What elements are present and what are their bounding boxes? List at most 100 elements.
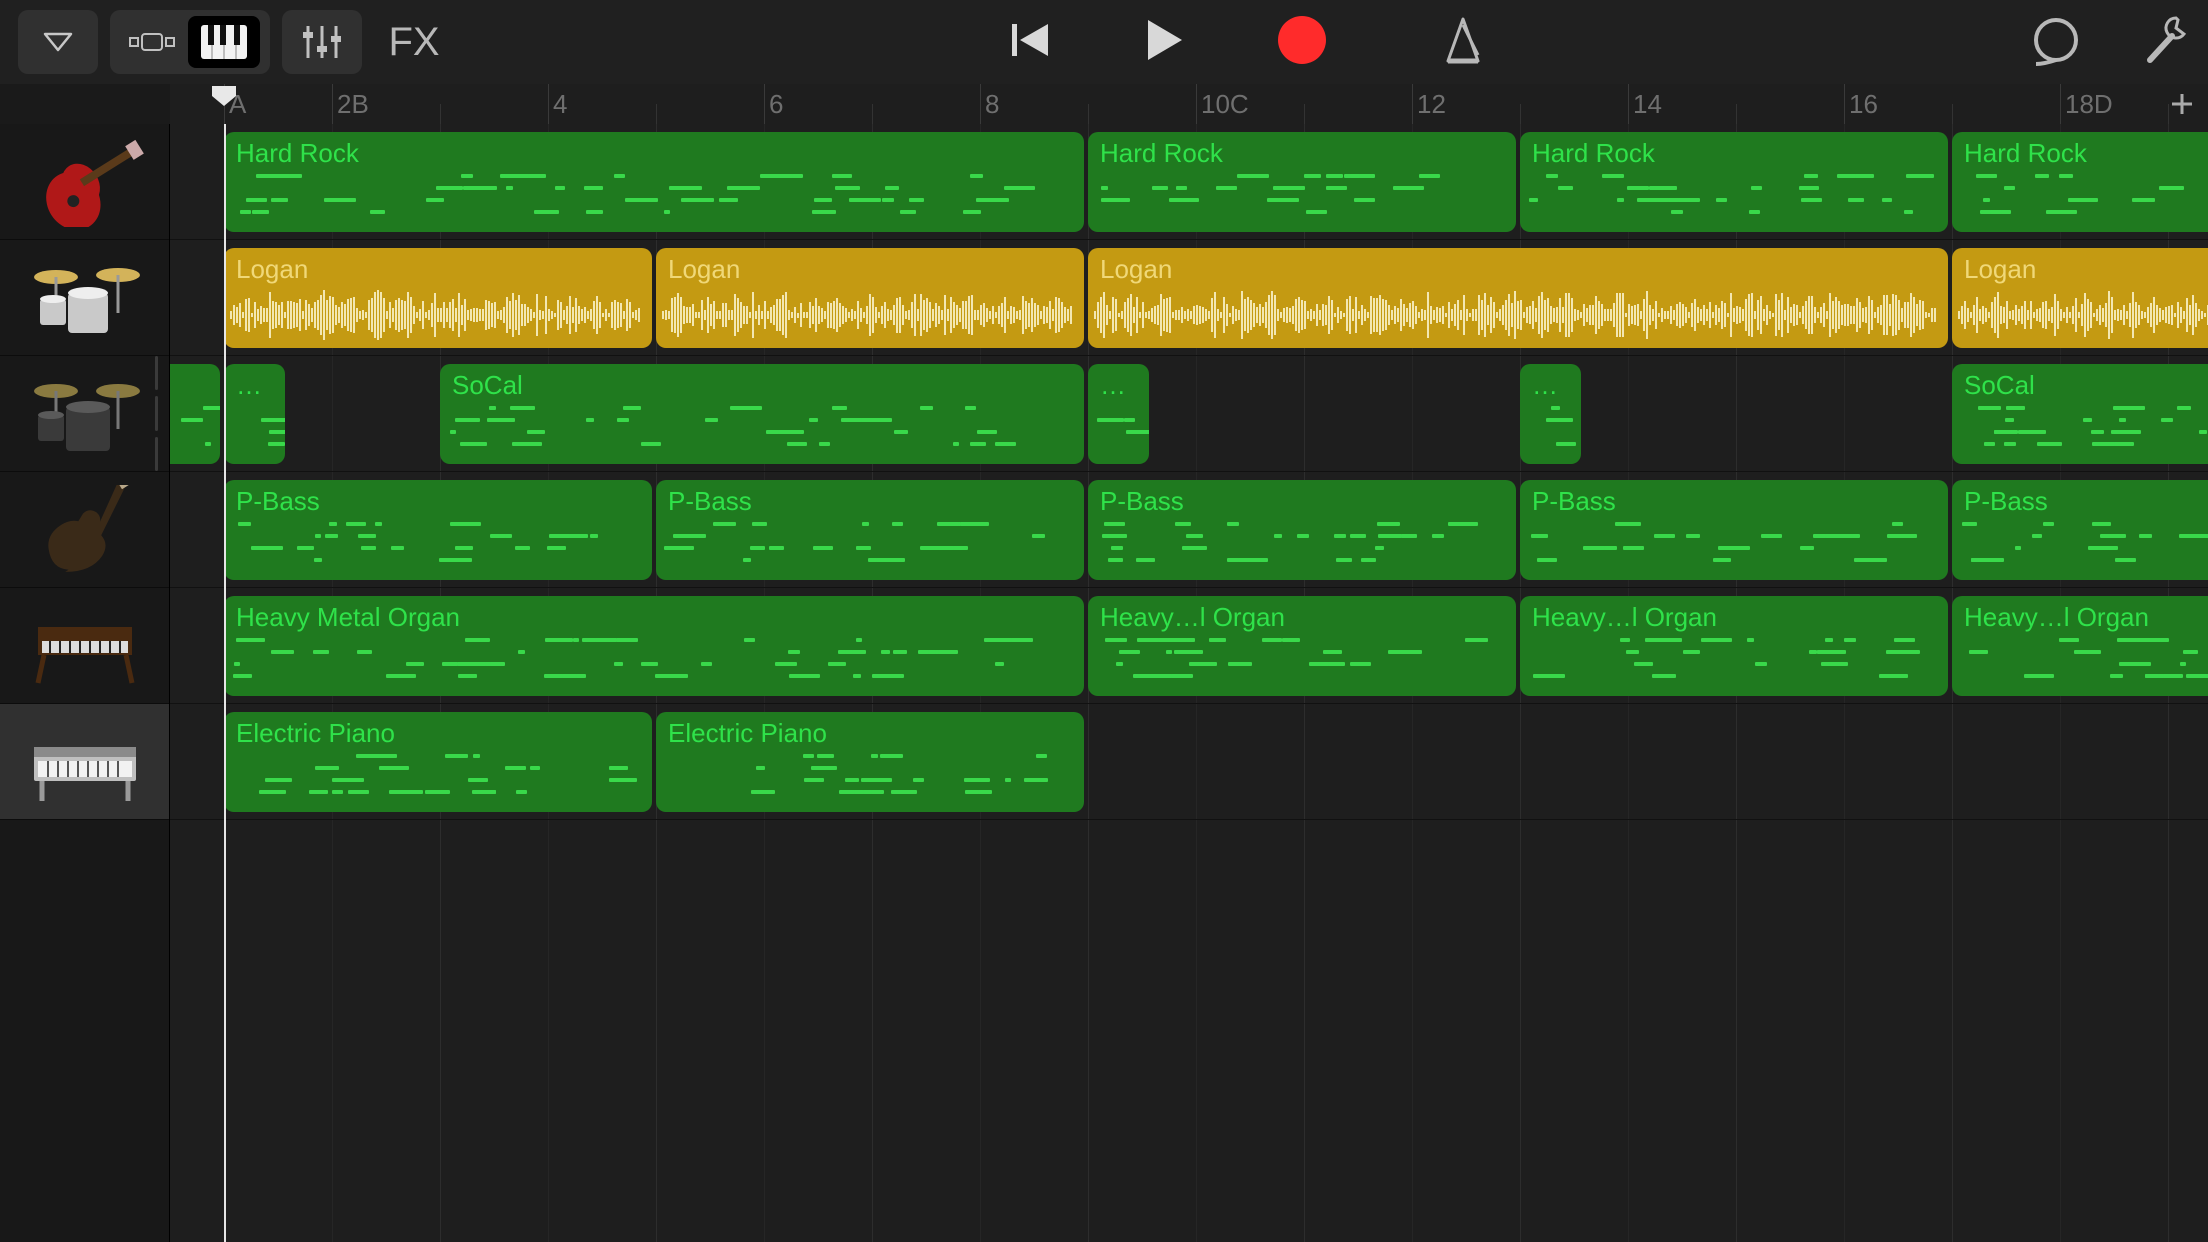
mixer-button[interactable] xyxy=(282,10,362,74)
metronome-button[interactable] xyxy=(1438,15,1488,70)
ruler-marker[interactable]: 18D xyxy=(2060,84,2113,124)
midi-region[interactable]: … xyxy=(224,364,285,464)
midi-notes xyxy=(1960,174,2208,226)
metronome-icon xyxy=(1438,15,1488,65)
timeline[interactable]: Hard RockHard RockHard RockHard RockHard… xyxy=(170,124,2208,1242)
midi-notes xyxy=(170,406,212,458)
transport-controls xyxy=(466,14,2030,71)
go-to-start-button[interactable] xyxy=(1008,18,1052,67)
playhead[interactable] xyxy=(224,124,226,1242)
loop-button[interactable] xyxy=(2030,14,2082,71)
region-label: Hard Rock xyxy=(1532,138,1936,169)
track-lane[interactable]: LoganLoganLoganLogan xyxy=(170,240,2208,356)
region-label: SoCal xyxy=(1964,370,2208,401)
midi-notes xyxy=(1096,174,1508,226)
midi-region[interactable]: Electric Piano xyxy=(224,712,652,812)
midi-notes xyxy=(1096,406,1141,458)
region-label: P-Bass xyxy=(668,486,1072,517)
plus-icon xyxy=(2168,90,2196,118)
midi-region[interactable]: Electric Piano xyxy=(656,712,1084,812)
midi-notes xyxy=(1528,406,1573,458)
midi-region[interactable]: Hard Rock xyxy=(1952,132,2208,232)
timeline-ruler[interactable]: A2B46810C12141618D202224 xyxy=(170,84,2208,124)
tracks-view-button[interactable] xyxy=(120,20,184,64)
audio-region[interactable]: Logan xyxy=(1952,248,2208,348)
audio-region[interactable]: Logan xyxy=(656,248,1084,348)
waveform xyxy=(1958,288,2208,342)
region-label: Hard Rock xyxy=(1100,138,1504,169)
ruler-marker[interactable]: 4 xyxy=(548,84,567,124)
midi-region[interactable]: Heavy Metal Organ xyxy=(224,596,1084,696)
toolbar: FX xyxy=(0,0,2208,84)
region-label: P-Bass xyxy=(1532,486,1936,517)
ruler-marker[interactable]: 10C xyxy=(1196,84,1249,124)
audio-region[interactable]: Logan xyxy=(1088,248,1948,348)
track-header[interactable] xyxy=(0,124,169,240)
region-label: Hard Rock xyxy=(236,138,1072,169)
track-lane[interactable]: Heavy Metal OrganHeavy…l OrganHeavy…l Or… xyxy=(170,588,2208,704)
midi-region[interactable]: … xyxy=(1088,364,1149,464)
ruler-marker[interactable]: 2B xyxy=(332,84,369,124)
midi-region[interactable]: P-Bass xyxy=(1952,480,2208,580)
instrument-view-button[interactable] xyxy=(188,16,260,68)
midi-region[interactable]: Hard Rock xyxy=(1520,132,1948,232)
midi-region[interactable]: Heavy…l Organ xyxy=(1952,596,2208,696)
region-label: Hard Rock xyxy=(1964,138,2208,169)
organ-icon xyxy=(20,601,150,691)
ruler-row: A2B46810C12141618D202224 xyxy=(0,84,2208,124)
waveform xyxy=(662,288,1078,342)
midi-region[interactable]: P-Bass xyxy=(656,480,1084,580)
midi-region[interactable]: SoCal xyxy=(1952,364,2208,464)
settings-button[interactable] xyxy=(2142,14,2190,71)
track-header[interactable] xyxy=(0,472,169,588)
ruler-marker[interactable]: 14 xyxy=(1628,84,1662,124)
ruler-marker[interactable]: 8 xyxy=(980,84,999,124)
track-header[interactable] xyxy=(0,240,169,356)
track-lane[interactable]: P-Bass P-Bass P-Bass P-Bass P-Bass xyxy=(170,472,2208,588)
midi-region[interactable]: Heavy…l Organ xyxy=(1520,596,1948,696)
waveform xyxy=(1094,288,1942,342)
track-lane[interactable]: Hard RockHard RockHard RockHard RockHard… xyxy=(170,124,2208,240)
midi-region[interactable]: … xyxy=(170,364,220,464)
track-lane[interactable]: Electric Piano Electric Piano xyxy=(170,704,2208,820)
midi-notes xyxy=(232,406,277,458)
midi-notes xyxy=(1960,638,2208,690)
midi-region[interactable]: … xyxy=(1520,364,1581,464)
track-header[interactable] xyxy=(0,704,169,820)
midi-region[interactable]: Hard Rock xyxy=(1088,132,1516,232)
ruler-marker[interactable]: 12 xyxy=(1412,84,1446,124)
fx-button[interactable]: FX xyxy=(374,10,454,74)
playhead-handle[interactable] xyxy=(210,84,238,108)
record-icon xyxy=(1276,14,1328,66)
track-drag-handle[interactable] xyxy=(142,356,170,471)
waveform xyxy=(230,288,646,342)
wrench-icon xyxy=(2142,14,2190,66)
midi-region[interactable]: P-Bass xyxy=(1520,480,1948,580)
record-button[interactable] xyxy=(1276,14,1328,71)
track-header[interactable] xyxy=(0,356,169,472)
region-label: Logan xyxy=(1964,254,2208,285)
ruler-marker[interactable]: 16 xyxy=(1844,84,1878,124)
piano-keys-icon xyxy=(200,24,248,60)
region-label: P-Bass xyxy=(1100,486,1504,517)
region-label: Heavy…l Organ xyxy=(1532,602,1936,633)
midi-region[interactable]: Hard Rock xyxy=(224,132,1084,232)
midi-region[interactable]: P-Bass xyxy=(224,480,652,580)
region-label: Electric Piano xyxy=(668,718,1072,749)
audio-region[interactable]: Logan xyxy=(224,248,652,348)
ruler-marker[interactable]: 6 xyxy=(764,84,783,124)
drums-silver-icon xyxy=(20,253,150,343)
region-label: … xyxy=(236,370,273,401)
region-label: Electric Piano xyxy=(236,718,640,749)
midi-region[interactable]: Heavy…l Organ xyxy=(1088,596,1516,696)
midi-region[interactable]: P-Bass xyxy=(1088,480,1516,580)
ruler-left-gutter xyxy=(0,84,170,124)
browser-dropdown-button[interactable] xyxy=(18,10,98,74)
midi-notes xyxy=(232,638,1076,690)
track-header[interactable] xyxy=(0,588,169,704)
play-button[interactable] xyxy=(1142,16,1186,69)
midi-notes xyxy=(1960,406,2208,458)
track-lane[interactable]: ……SoCal……SoCal xyxy=(170,356,2208,472)
midi-region[interactable]: SoCal xyxy=(440,364,1084,464)
triangle-down-icon xyxy=(41,32,75,52)
